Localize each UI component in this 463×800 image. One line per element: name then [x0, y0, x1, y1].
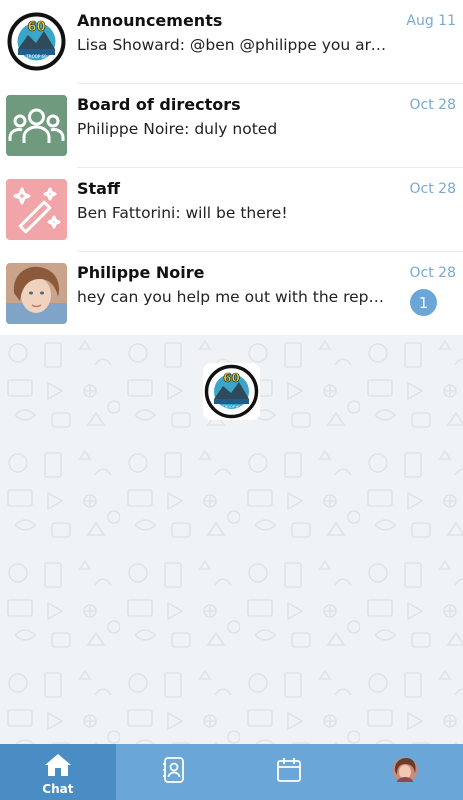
chat-date: Aug 11: [406, 13, 456, 29]
tab-label: Chat: [42, 782, 74, 796]
chat-preview: Lisa Showard: @ben @philippe you are ...: [77, 36, 392, 54]
chat-date: Oct 28: [409, 265, 456, 281]
tab-chat[interactable]: Chat: [0, 744, 116, 800]
chat-preview: Ben Fattorini: will be there!: [77, 204, 288, 222]
chat-title: Announcements: [77, 11, 223, 30]
tab-profile[interactable]: [347, 744, 463, 800]
chat-row-board-of-directors[interactable]: Board of directors Philippe Noire: duly …: [0, 84, 463, 168]
chat-row-announcements[interactable]: 60 TROOP 60 Announcements Lisa Showard: …: [0, 0, 463, 84]
troop-logo-icon: 60 TROOP 60: [6, 11, 67, 72]
chat-preview: Philippe Noire: duly noted: [77, 120, 278, 138]
chat-date: Oct 28: [409, 97, 456, 113]
chat-date: Oct 28: [409, 181, 456, 197]
chat-list: 60 TROOP 60 Announcements Lisa Showard: …: [0, 0, 463, 335]
calendar-icon: [276, 757, 302, 787]
tab-calendar[interactable]: [232, 744, 348, 800]
unread-badge: 1: [410, 289, 437, 316]
troop-logo-icon: 60 TROOP 60: [203, 363, 260, 420]
svg-text:60: 60: [27, 20, 45, 35]
contacts-icon: [162, 756, 186, 788]
bottom-tab-bar: Chat: [0, 744, 463, 800]
svg-text:60: 60: [223, 371, 240, 385]
home-icon: [0, 753, 116, 777]
chat-title: Staff: [77, 179, 120, 198]
svg-text:TROOP 60: TROOP 60: [221, 405, 241, 409]
user-avatar: [392, 757, 418, 787]
tab-contacts[interactable]: [116, 744, 232, 800]
chat-preview: hey can you help me out with the repo...: [77, 288, 392, 306]
svg-text:TROOP 60: TROOP 60: [25, 54, 47, 59]
magic-wand-icon: [6, 179, 67, 240]
chat-title: Philippe Noire: [77, 263, 205, 282]
chat-row-staff[interactable]: Staff Ben Fattorini: will be there! Oct …: [0, 168, 463, 252]
profile-photo: [6, 263, 67, 324]
chat-row-philippe-noire[interactable]: Philippe Noire hey can you help me out w…: [0, 252, 463, 336]
chat-title: Board of directors: [77, 95, 241, 114]
group-people-icon: [6, 95, 67, 156]
